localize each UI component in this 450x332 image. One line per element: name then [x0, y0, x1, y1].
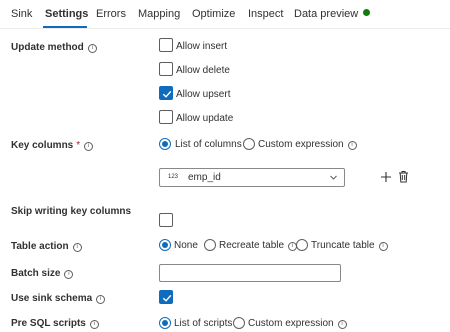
add-icon[interactable] [380, 171, 392, 183]
tab-settings[interactable]: Settings [45, 8, 88, 20]
allow-delete-checkbox[interactable] [159, 62, 173, 76]
update-method-label-text: Update method [11, 42, 84, 53]
trash-icon[interactable] [398, 170, 409, 183]
pre-sql-list-radio[interactable] [159, 317, 171, 329]
table-action-none-radio[interactable] [159, 239, 171, 251]
tab-errors[interactable]: Errors [96, 8, 126, 20]
tab-sink[interactable]: Sink [11, 8, 32, 20]
info-icon[interactable]: i [72, 243, 82, 252]
use-sink-schema-label: Use sink schema i [11, 293, 106, 304]
allow-update-checkbox[interactable] [159, 110, 173, 124]
checkmark-icon [162, 294, 172, 302]
table-action-label: Table action i [11, 241, 82, 252]
allow-upsert-label: Allow upsert [176, 89, 231, 100]
key-list-of-columns-label: List of columns [175, 139, 242, 150]
info-icon[interactable]: i [378, 242, 388, 251]
required-marker: * [76, 140, 81, 151]
recreate-table-text: Recreate table [219, 240, 285, 251]
pre-sql-custom-text: Custom expression [248, 318, 334, 329]
info-icon[interactable]: i [89, 320, 99, 329]
use-sink-schema-checkbox[interactable] [159, 290, 173, 304]
info-icon[interactable]: i [347, 141, 357, 150]
skip-writing-label: Skip writing key columns [11, 206, 132, 217]
skip-writing-checkbox[interactable] [159, 213, 173, 227]
batch-size-label-text: Batch size [11, 268, 61, 279]
pre-sql-custom-radio[interactable] [233, 317, 245, 329]
tab-inspect[interactable]: Inspect [248, 8, 283, 20]
batch-size-label: Batch size i [11, 268, 74, 279]
truncate-table-text: Truncate table [311, 240, 375, 251]
use-sink-schema-label-text: Use sink schema [11, 293, 93, 304]
pre-sql-custom-label: Custom expression i [248, 318, 347, 329]
allow-update-label: Allow update [176, 113, 234, 124]
table-action-recreate-radio[interactable] [204, 239, 216, 251]
allow-insert-label: Allow insert [176, 41, 228, 52]
integer-type-icon: 123 [168, 174, 179, 180]
pre-sql-scripts-label-text: Pre SQL scripts [11, 318, 86, 329]
key-custom-expression-label: Custom expression i [258, 139, 357, 150]
key-column-dropdown[interactable]: 123 emp_id [159, 168, 345, 187]
key-custom-expression-text: Custom expression [258, 139, 344, 150]
allow-upsert-checkbox[interactable] [159, 86, 173, 100]
allow-delete-label: Allow delete [176, 65, 230, 76]
tab-optimize[interactable]: Optimize [192, 8, 235, 20]
info-icon[interactable]: i [84, 142, 94, 151]
info-icon[interactable]: i [337, 320, 347, 329]
info-icon[interactable]: i [64, 270, 74, 279]
pre-sql-scripts-label: Pre SQL scripts i [11, 318, 99, 329]
key-columns-label: Key columns * i [11, 140, 94, 151]
allow-insert-checkbox[interactable] [159, 38, 173, 52]
table-action-truncate-label: Truncate table i [311, 240, 388, 251]
pre-sql-list-label: List of scripts [174, 318, 233, 329]
info-icon[interactable]: i [87, 44, 97, 53]
batch-size-input[interactable] [159, 264, 341, 282]
tab-data-preview-label: Data preview [294, 8, 359, 20]
tab-data-preview[interactable]: Data preview [294, 8, 371, 20]
chevron-down-icon [330, 175, 337, 180]
key-list-of-columns-radio[interactable] [159, 138, 171, 150]
tab-divider [0, 28, 450, 29]
key-custom-expression-radio[interactable] [243, 138, 255, 150]
update-method-label: Update method i [11, 42, 97, 53]
info-icon[interactable]: i [96, 295, 106, 304]
tab-mapping[interactable]: Mapping [138, 8, 180, 20]
checkmark-icon [162, 90, 172, 98]
table-action-none-label: None [174, 240, 198, 251]
status-dot-icon [363, 9, 371, 16]
key-columns-label-text: Key columns [11, 140, 74, 151]
tab-bar: Sink Settings Errors Mapping Optimize In… [0, 0, 450, 29]
key-column-value: emp_id [188, 172, 221, 183]
table-action-label-text: Table action [11, 241, 69, 252]
table-action-truncate-radio[interactable] [296, 239, 308, 251]
table-action-recreate-label: Recreate table i [219, 240, 298, 251]
